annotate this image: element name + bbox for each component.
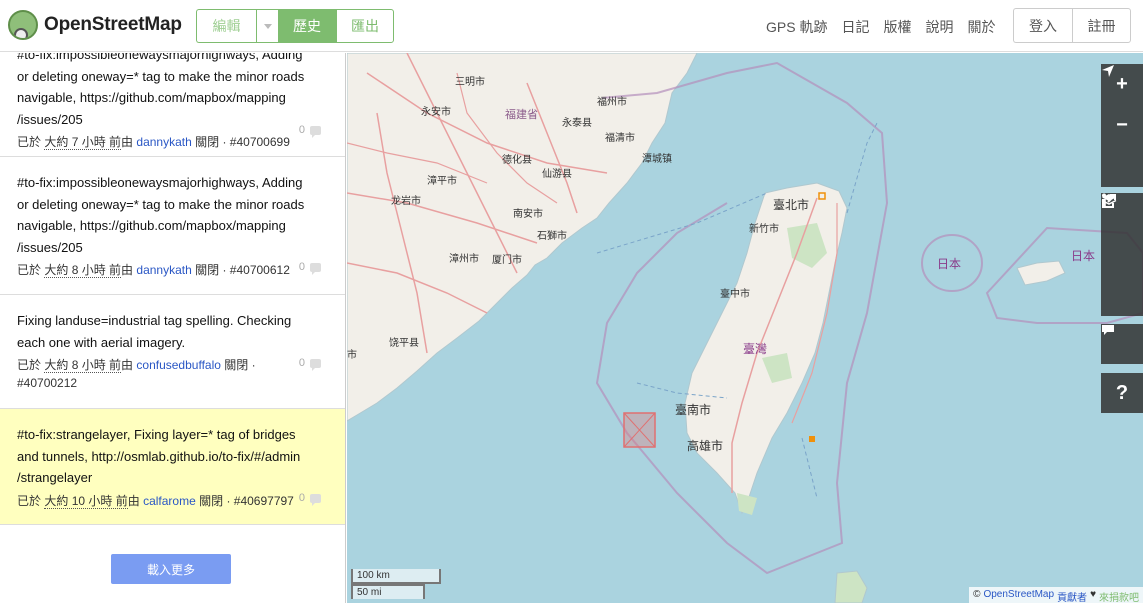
map-label: 日本 <box>1071 249 1096 263</box>
map-attribution: © OpenStreetMap 貢獻者 ♥ 來捐款吧 <box>969 587 1143 603</box>
map-label: 市 <box>347 350 357 361</box>
map-label: 臺中市 <box>720 289 750 300</box>
map-label: 福清市 <box>605 133 635 144</box>
map-label: 臺北市 <box>773 198 810 212</box>
login-button[interactable]: 登入 <box>1013 8 1072 43</box>
signup-button[interactable]: 註冊 <box>1072 8 1131 43</box>
changeset-meta: 已於 大約 7 小時 前由 dannykath 關閉 · #40700699 <box>17 135 290 150</box>
map-label: 漳州市 <box>449 254 479 265</box>
share-icon <box>1102 194 1116 208</box>
map-label: 潭城镇 <box>642 154 672 165</box>
map-label: 石獅市 <box>537 231 567 242</box>
changeset-time: 大約 7 小時 前 <box>44 135 122 150</box>
donate-link[interactable]: 來捐款吧 <box>1099 589 1139 603</box>
changeset-time: 大約 10 小時 前 <box>44 493 128 509</box>
map-label: 日本 <box>937 257 962 271</box>
mode-button-group: 編輯 歷史 匯出 <box>196 9 394 43</box>
changeset-meta: 已於 大約 8 小時 前由 confusedbuffalo 關閉 · #4070… <box>17 358 256 390</box>
query-button[interactable]: ? <box>1101 373 1143 413</box>
map-label: 新竹市 <box>749 224 779 235</box>
comment-bubble-icon <box>310 125 321 138</box>
share-button[interactable] <box>1101 194 1143 316</box>
chevron-down-icon <box>263 23 272 29</box>
changeset-meta: 已於 大約 10 小時 前由 calfarome 關閉 · #40697797 <box>17 493 294 509</box>
osm-link[interactable]: OpenStreetMap <box>983 589 1054 601</box>
edit-dropdown-button[interactable] <box>256 9 278 43</box>
logo[interactable]: OpenStreetMap <box>8 10 182 40</box>
changeset-comment[interactable]: #to-fix:impossibleonewaysmajorhighways, … <box>17 53 329 130</box>
map-scale: 100 km 50 mi <box>351 569 441 599</box>
changeset-comment[interactable]: Fixing landuse=industrial tag spelling. … <box>17 310 329 353</box>
location-arrow-icon <box>1102 65 1114 77</box>
nav-copyright[interactable]: 版權 <box>883 17 911 37</box>
map-label: 饶平县 <box>389 338 419 349</box>
heart-icon: ♥ <box>1090 589 1096 600</box>
map-label: 三明市 <box>455 77 485 88</box>
nav-about[interactable]: 關於 <box>967 17 995 37</box>
nav-gps-traces[interactable]: GPS 軌跡 <box>766 17 827 37</box>
comment-count: 0 <box>299 124 321 138</box>
layer-controls <box>1101 193 1143 316</box>
changeset-sidebar: #to-fix:impossibleonewaysmajorhighways, … <box>0 53 346 603</box>
comment-bubble-icon <box>310 262 321 275</box>
changeset-item[interactable]: Fixing landuse=industrial tag spelling. … <box>0 295 345 409</box>
changeset-comment[interactable]: #to-fix:impossibleonewaysmajorhighways, … <box>17 172 329 258</box>
changeset-meta: 已於 大約 8 小時 前由 dannykath 關閉 · #40700612 <box>17 263 290 278</box>
nav-links: GPS 軌跡 日記 版權 說明 關於 <box>766 17 1009 37</box>
changeset-item[interactable]: #to-fix:impossibleonewaysmajorhighways, … <box>0 53 345 157</box>
comment-bubble-icon <box>310 493 321 506</box>
changeset-time: 大約 8 小時 前 <box>44 263 122 278</box>
load-more-button[interactable]: 載入更多 <box>111 554 231 584</box>
map-label: 德化县 <box>502 155 532 166</box>
zoom-controls: + − <box>1101 64 1143 187</box>
zoom-out-button[interactable]: − <box>1101 105 1143 146</box>
map-label: 福州市 <box>597 97 627 108</box>
history-button[interactable]: 歷史 <box>278 9 336 43</box>
edit-button[interactable]: 編輯 <box>196 9 256 43</box>
scale-mi: 50 mi <box>351 584 425 599</box>
changeset-user-link[interactable]: dannykath <box>136 135 191 149</box>
comment-icon <box>1102 325 1114 335</box>
locate-button[interactable] <box>1101 65 1143 187</box>
map-label: 高雄市 <box>687 439 724 453</box>
comment-count: 0 <box>299 261 321 275</box>
changeset-user-link[interactable]: confusedbuffalo <box>136 358 221 372</box>
logo-text: OpenStreetMap <box>44 14 182 35</box>
top-header: OpenStreetMap 編輯 歷史 匯出 GPS 軌跡 日記 版權 說明 關… <box>0 0 1143 52</box>
map-label: 福建省 <box>505 109 538 121</box>
map-label: 永安市 <box>421 107 451 118</box>
map-label: 漳平市 <box>427 176 457 187</box>
map-label: 仙游县 <box>542 169 572 180</box>
export-button[interactable]: 匯出 <box>336 9 394 43</box>
scale-km: 100 km <box>351 569 441 584</box>
map-view[interactable]: 三明市 永安市 福建省 福州市 永泰县 福清市 潭城镇 德化县 仙游县 漳平市 … <box>347 53 1143 603</box>
map-label: 南安市 <box>513 209 543 220</box>
changeset-user-link[interactable]: dannykath <box>136 263 191 277</box>
map-label: 臺灣 <box>743 342 768 356</box>
osm-logo-icon <box>8 10 38 40</box>
changeset-comment[interactable]: #to-fix:strangelayer, Fixing layer=* tag… <box>17 424 329 489</box>
changeset-item-highlighted[interactable]: #to-fix:strangelayer, Fixing layer=* tag… <box>0 409 345 525</box>
changeset-time: 大約 8 小時 前 <box>44 358 122 373</box>
notes-button[interactable] <box>1101 324 1143 364</box>
map-canvas <box>347 53 1143 603</box>
changeset-user-link[interactable]: calfarome <box>143 494 196 508</box>
map-label: 龙岩市 <box>391 196 421 207</box>
comment-bubble-icon <box>310 358 321 371</box>
auth-buttons: 登入 註冊 <box>1013 8 1131 43</box>
map-label: 臺南市 <box>675 403 712 417</box>
map-label: 厦门市 <box>492 255 522 266</box>
comment-count: 0 <box>299 357 321 371</box>
changeset-item[interactable]: #to-fix:impossibleonewaysmajorhighways, … <box>0 157 345 295</box>
info-button[interactable] <box>1101 193 1143 275</box>
nav-help[interactable]: 說明 <box>925 17 953 37</box>
contributors-link[interactable]: 貢獻者 <box>1057 589 1087 603</box>
nav-diary[interactable]: 日記 <box>841 17 869 37</box>
map-label: 永泰县 <box>562 118 592 129</box>
comment-count: 0 <box>299 492 321 506</box>
